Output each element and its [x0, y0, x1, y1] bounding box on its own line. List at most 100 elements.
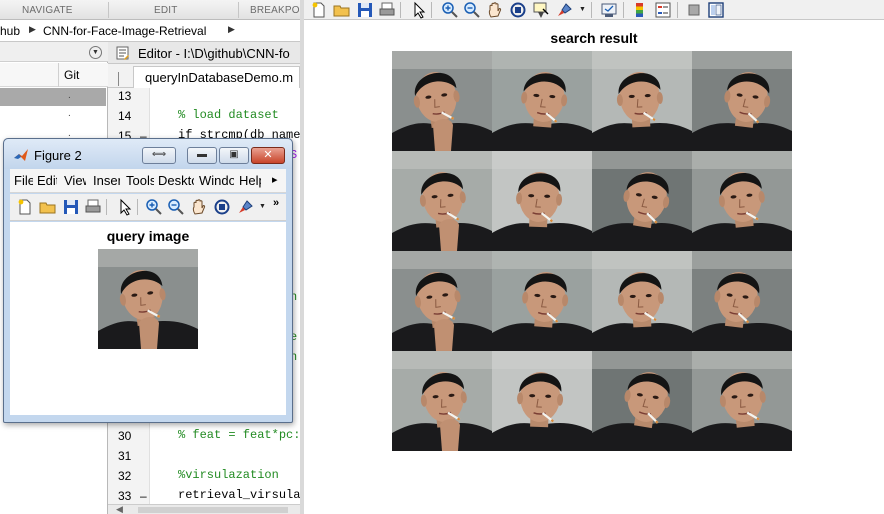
editor-titlebar: Editor - I:\D\github\CNN-fo — [108, 42, 300, 64]
rotate-icon[interactable] — [509, 1, 527, 19]
breadcrumb-arrow-icon[interactable]: ▶ — [228, 24, 235, 35]
open-icon[interactable] — [39, 198, 57, 216]
menu-file[interactable]: File — [14, 173, 33, 188]
result-face-image — [392, 51, 492, 151]
ribbon-divider — [108, 2, 109, 18]
data-cursor-icon[interactable] — [532, 1, 550, 19]
editor-title: Editor - I:\D\github\CNN-fo — [138, 46, 290, 61]
figure-toolbar: ▼ » — [10, 194, 286, 221]
scroll-left-icon[interactable]: ◀ — [116, 505, 123, 514]
brush-icon[interactable] — [556, 1, 574, 19]
print-icon[interactable] — [378, 1, 396, 19]
code-line[interactable]: % load dataset — [178, 108, 279, 122]
brush-dropdown-icon[interactable]: ▼ — [579, 6, 586, 13]
matlab-logo-icon — [14, 149, 28, 161]
editor-tab-querydemo[interactable]: queryInDatabaseDemo.m — [133, 66, 300, 88]
git-status: . — [68, 90, 71, 101]
axes-title: search result — [550, 30, 638, 46]
result-face-image — [592, 51, 692, 151]
menu-desktop[interactable]: Desktop — [158, 173, 194, 188]
search-result-figure-window: ▼ search result — [300, 0, 884, 514]
ribbon-section-breakpoints[interactable]: BREAKPOI — [250, 5, 303, 16]
close-icon[interactable]: ✕ — [251, 147, 285, 164]
tab-scroll-marker — [118, 72, 121, 86]
zoom-in-icon[interactable] — [441, 1, 459, 19]
menu-tools[interactable]: Tools — [126, 173, 154, 188]
column-divider[interactable] — [58, 63, 59, 87]
code-line[interactable]: %virsulazation — [178, 468, 279, 482]
window-titlebar[interactable]: Figure 2 ⟺ ▬ ▣ ✕ — [4, 139, 292, 169]
line-number: 14 — [118, 109, 132, 123]
path-segment[interactable]: CNN-for-Face-Image-Retrieval — [43, 24, 206, 38]
result-face-image — [692, 151, 792, 251]
ribbon-section-edit[interactable]: EDIT — [154, 5, 178, 16]
figure-canvas[interactable]: search result — [304, 20, 884, 514]
ribbon-section-navigate[interactable]: NAVIGATE — [22, 5, 73, 16]
show-plot-tools-icon[interactable] — [707, 1, 725, 19]
column-header-git[interactable]: Git — [64, 68, 79, 82]
current-folder-path-bar[interactable]: hub ▶ CNN-for-Face-Image-Retrieval ▶ — [0, 20, 300, 42]
toolbar-divider — [137, 199, 138, 215]
panel-header: ▼ — [0, 42, 108, 62]
menu-view[interactable]: View — [64, 173, 86, 188]
brush-icon[interactable] — [237, 198, 255, 216]
new-figure-icon[interactable] — [16, 198, 34, 216]
code-line[interactable]: retrieval_virsula — [178, 488, 300, 502]
toolbar-divider — [106, 199, 107, 215]
rotate-icon[interactable] — [213, 198, 231, 216]
menu-insert[interactable]: Insert — [93, 173, 120, 188]
open-icon[interactable] — [333, 1, 351, 19]
breadcrumb-arrow-icon[interactable]: ▶ — [29, 24, 36, 35]
save-icon[interactable] — [62, 198, 80, 216]
breakpoint-marker[interactable]: – — [140, 489, 147, 503]
minimize-icon[interactable]: ▬ — [187, 147, 217, 164]
result-face-image — [492, 51, 592, 151]
path-segment[interactable]: hub — [0, 24, 20, 38]
pointer-icon[interactable] — [410, 1, 428, 19]
result-face-image — [592, 151, 692, 251]
result-face-image — [692, 51, 792, 151]
menu-edit[interactable]: Edit — [37, 173, 57, 188]
maximize-icon[interactable]: ▣ — [219, 147, 249, 164]
result-image-grid — [392, 51, 792, 451]
zoom-in-icon[interactable] — [145, 198, 163, 216]
menu-overflow-arrow-icon[interactable]: ▸ — [272, 173, 282, 186]
save-icon[interactable] — [356, 1, 374, 19]
axes-title: query image — [106, 228, 190, 244]
chevron-down-circle-icon[interactable]: ▼ — [89, 46, 102, 59]
pan-icon[interactable] — [486, 1, 504, 19]
toolbar-overflow-icon[interactable]: » — [273, 197, 279, 209]
result-face-image — [592, 251, 692, 351]
pointer-icon[interactable] — [116, 198, 134, 216]
code-line[interactable]: % feat = feat*pc: — [178, 428, 300, 442]
restore-dock-icon[interactable]: ⟺ — [142, 147, 176, 164]
result-face-image — [692, 251, 792, 351]
hide-plot-tools-icon[interactable] — [685, 1, 703, 19]
brush-dropdown-icon[interactable]: ▼ — [259, 203, 266, 210]
toolbar-divider — [431, 2, 432, 18]
legend-icon[interactable] — [654, 1, 672, 19]
query-face-image — [98, 249, 198, 349]
link-icon[interactable] — [600, 1, 618, 19]
toolbar-divider — [400, 2, 401, 18]
figure-canvas[interactable]: query image — [10, 222, 286, 415]
menu-window[interactable]: Window — [199, 173, 234, 188]
result-face-image — [692, 351, 792, 451]
print-icon[interactable] — [84, 198, 102, 216]
file-row-selected[interactable]: . — [0, 88, 106, 106]
ribbon-divider — [238, 2, 239, 18]
colorbar-icon[interactable] — [631, 1, 649, 19]
menu-bar: File Edit View Insert Tools Desktop Wind… — [10, 169, 286, 193]
scrollbar-thumb[interactable] — [138, 507, 288, 513]
zoom-out-icon[interactable] — [167, 198, 185, 216]
result-face-image — [392, 251, 492, 351]
result-face-image — [392, 351, 492, 451]
zoom-out-icon[interactable] — [463, 1, 481, 19]
line-number: 32 — [118, 469, 132, 483]
editor-horizontal-scrollbar[interactable]: ◀ — [108, 504, 300, 514]
figure-2-window[interactable]: Figure 2 ⟺ ▬ ▣ ✕ File Edit View Insert T… — [3, 138, 293, 423]
window-title: Figure 2 — [34, 148, 82, 163]
pan-icon[interactable] — [190, 198, 208, 216]
new-figure-icon[interactable] — [310, 1, 328, 19]
menu-help[interactable]: Help — [239, 173, 261, 188]
